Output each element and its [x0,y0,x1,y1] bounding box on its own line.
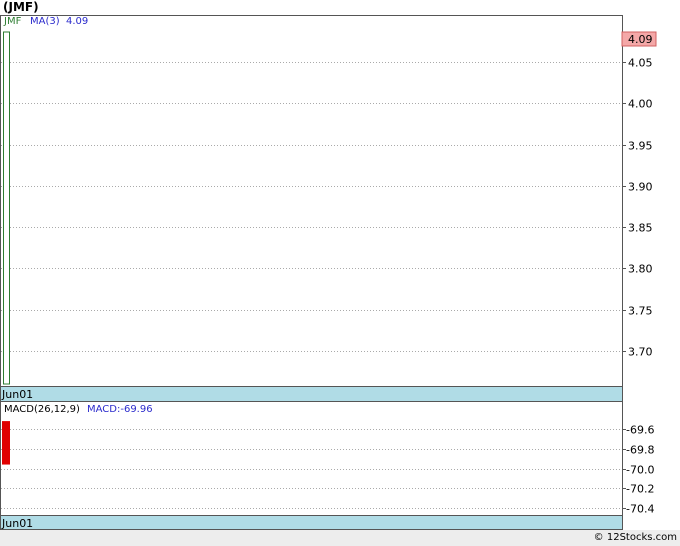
price-x-label: Jun01 [1,388,33,401]
macd-tick-label: -69.8 [626,444,654,457]
macd-tick-label: -69.6 [626,424,654,437]
price-tick-label: 3.85 [628,222,653,235]
price-tick-label: 3.95 [628,140,653,153]
legend-symbol: JMF [3,16,22,27]
footer-credit: © 12Stocks.com [593,532,677,543]
macd-bar [2,421,10,465]
macd-tick-label: -70.0 [626,464,654,477]
macd-legend-value: MACD:-69.96 [87,404,153,415]
price-candle [3,31,10,385]
legend-ma-label: MA(3) [30,16,60,27]
footer-bar [0,530,680,546]
macd-marks [2,421,10,465]
macd-axis: -69.6 -69.8 -70.0 -70.2 -70.4 [622,424,654,516]
last-price-label: 4.09 [628,33,653,46]
price-tick-label: 3.70 [628,346,653,359]
price-date-band [0,386,623,402]
macd-tick-label: -70.4 [626,503,654,516]
price-tick-label: 3.75 [628,305,653,318]
price-panel [0,15,623,387]
price-tick-label: 3.80 [628,263,653,276]
price-axis: 4.05 4.00 3.95 3.90 3.85 3.80 3.75 3.70 [622,57,653,359]
legend-ma-value: 4.09 [66,16,88,27]
price-tick-label: 4.05 [628,57,653,70]
macd-date-band [0,515,623,530]
macd-panel [0,401,623,516]
price-tick-label: 3.90 [628,181,653,194]
macd-tick-label: -70.2 [626,483,654,496]
macd-x-label: Jun01 [1,517,33,530]
macd-legend-label: MACD(26,12,9) [4,404,80,415]
chart-canvas: 4.05 4.00 3.95 3.90 3.85 3.80 3.75 3.70 Jun01 J… [0,15,657,530]
price-marks [3,31,10,385]
price-tick-label: 4.00 [628,98,653,111]
